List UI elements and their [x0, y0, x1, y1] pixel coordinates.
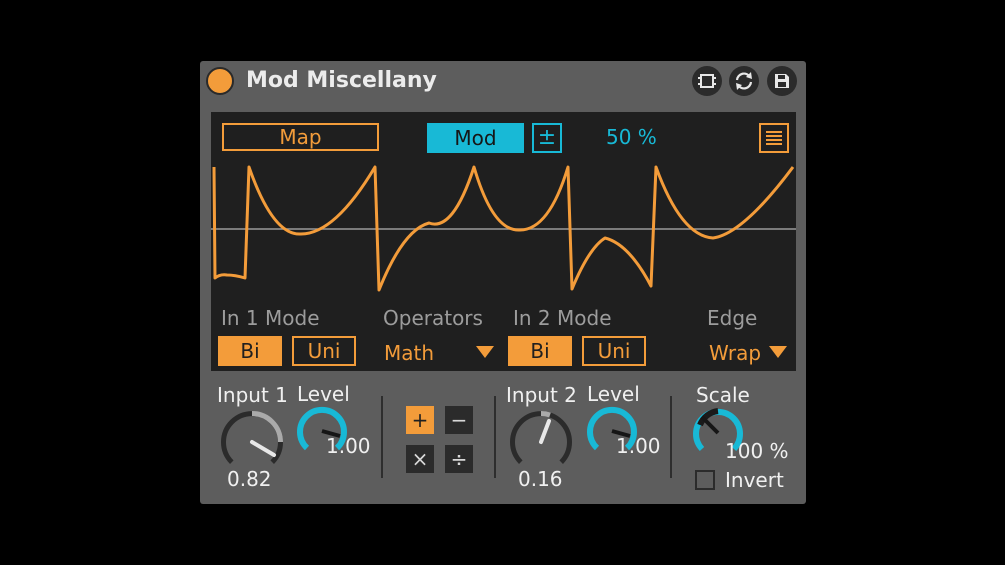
bipolar-toggle[interactable]: ±	[532, 123, 562, 153]
in1-uni-button[interactable]: Uni	[292, 336, 356, 366]
waveform-display	[211, 165, 796, 292]
operator-add-button[interactable]: +	[406, 406, 434, 434]
in1-mode-label: In 1 Mode	[221, 306, 320, 330]
level1-label: Level	[297, 382, 350, 406]
resize-icon[interactable]	[692, 66, 722, 96]
level2-value[interactable]: 1.00	[616, 434, 661, 458]
invert-checkbox[interactable]	[695, 470, 715, 490]
edge-label: Edge	[707, 306, 758, 330]
in2-uni-button[interactable]: Uni	[582, 336, 646, 366]
device-title: Mod Miscellany	[246, 68, 437, 93]
input1-label: Input 1	[217, 383, 288, 407]
level1-value[interactable]: 1.00	[326, 434, 371, 458]
divider	[670, 396, 672, 478]
scale-value[interactable]: 100 %	[725, 439, 789, 463]
input2-knob[interactable]	[508, 409, 574, 475]
scale-label: Scale	[696, 383, 750, 407]
refresh-icon[interactable]	[729, 66, 759, 96]
input1-value[interactable]: 0.82	[227, 467, 272, 491]
input1-knob[interactable]	[219, 409, 285, 475]
divider	[381, 396, 383, 478]
mod-button[interactable]: Mod	[427, 123, 524, 153]
operator-divide-button[interactable]: ÷	[445, 445, 473, 473]
power-toggle[interactable]	[206, 67, 234, 95]
input2-label: Input 2	[506, 383, 577, 407]
operator-multiply-button[interactable]: ×	[406, 445, 434, 473]
operator-subtract-button[interactable]: −	[445, 406, 473, 434]
title-bar: Mod Miscellany	[200, 61, 806, 101]
device-panel: Mod Miscellany Map Mod ± 50 % In 1 Mode …	[200, 61, 806, 504]
list-icon[interactable]	[759, 123, 789, 153]
in2-mode-label: In 2 Mode	[513, 306, 612, 330]
save-icon[interactable]	[767, 66, 797, 96]
mod-amount[interactable]: 50 %	[606, 125, 657, 149]
operators-dropdown[interactable]: Math	[384, 341, 434, 365]
divider	[494, 396, 496, 478]
invert-label: Invert	[725, 468, 784, 492]
modulation-display: Map Mod ± 50 % In 1 Mode Bi Uni Operator…	[211, 112, 796, 371]
operators-dropdown-arrow-icon[interactable]	[476, 346, 494, 358]
input2-value[interactable]: 0.16	[518, 467, 563, 491]
level2-label: Level	[587, 382, 640, 406]
edge-dropdown[interactable]: Wrap	[709, 341, 761, 365]
operators-label: Operators	[383, 306, 483, 330]
map-button[interactable]: Map	[222, 123, 379, 151]
in2-bi-button[interactable]: Bi	[508, 336, 572, 366]
edge-dropdown-arrow-icon[interactable]	[769, 346, 787, 358]
in1-bi-button[interactable]: Bi	[218, 336, 282, 366]
